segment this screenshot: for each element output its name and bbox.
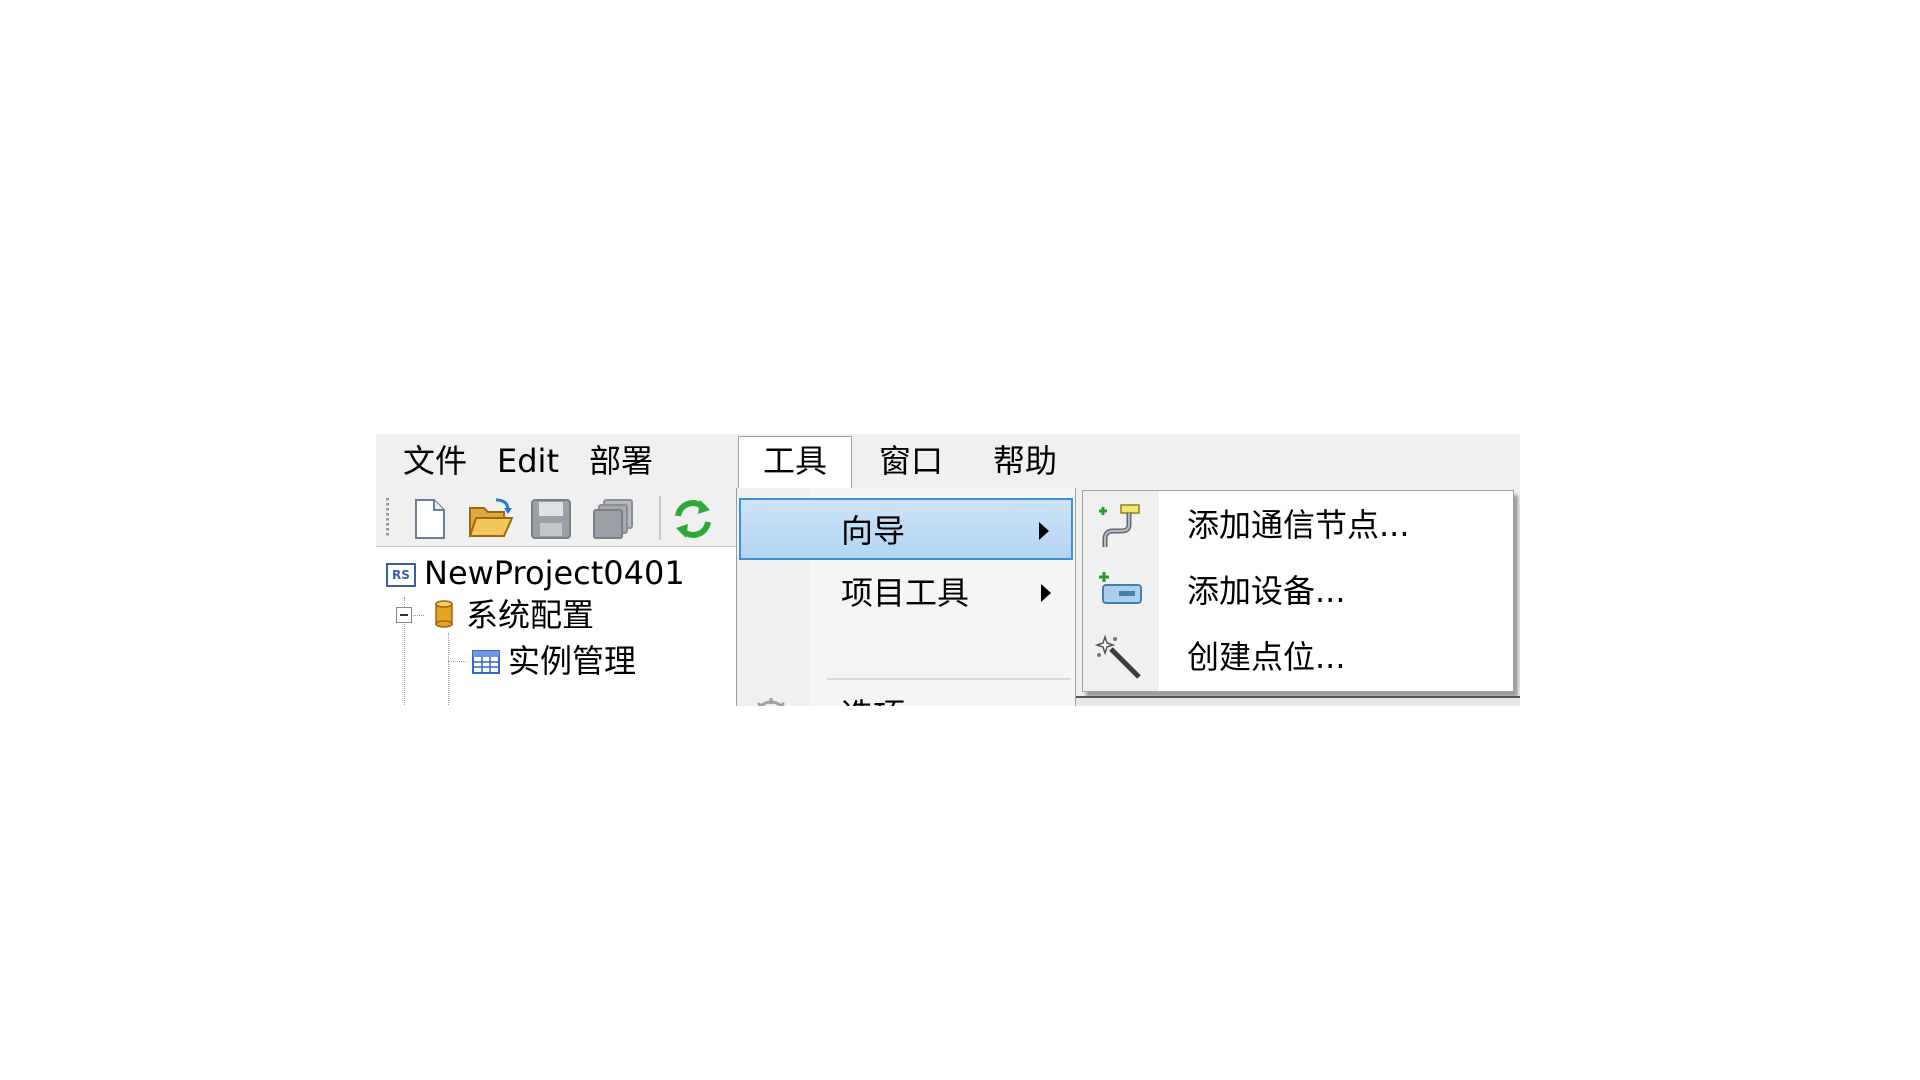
submenu-arrow-icon	[1039, 522, 1049, 540]
add-comm-node-icon	[1095, 501, 1145, 551]
tree-item-system-config[interactable]: 系统配置	[434, 595, 594, 635]
menu-bar: 文件 Edit 部署 工具 窗口 帮助	[376, 434, 1520, 488]
tree-root-label: NewProject0401	[424, 554, 685, 592]
tree-item-instance-management[interactable]: 实例管理	[472, 641, 636, 681]
submenu-item-add-comm-node[interactable]: 添加通信节点...	[1083, 493, 1513, 557]
toolbar-separator	[659, 496, 661, 540]
project-tree: RS NewProject0401 系统配置 实例管理	[376, 546, 736, 706]
tree-root-row[interactable]: RS NewProject0401	[386, 553, 685, 593]
menu-help[interactable]: 帮助	[984, 438, 1066, 484]
magic-wand-icon	[1094, 633, 1145, 683]
menu-item-label: 向导	[841, 512, 906, 550]
submenu-item-label: 创建点位...	[1187, 638, 1346, 676]
tools-dropdown-menu: 向导 项目工具 选项...	[736, 488, 1076, 706]
tree-connector	[410, 615, 424, 616]
refresh-icon[interactable]	[670, 496, 716, 542]
menu-file[interactable]: 文件	[402, 438, 468, 484]
add-device-icon	[1095, 567, 1145, 617]
tree-item-label: 系统配置	[466, 596, 595, 634]
menu-item-project-tools[interactable]: 项目工具	[739, 562, 1073, 624]
submenu-arrow-icon	[1041, 584, 1051, 602]
menu-edit[interactable]: Edit	[492, 438, 564, 484]
collapse-toggle[interactable]	[396, 607, 412, 623]
background-panel-edge	[1076, 696, 1520, 706]
menu-deploy[interactable]: 部署	[588, 438, 654, 484]
tree-connector	[448, 633, 449, 706]
open-folder-icon[interactable]	[466, 496, 514, 542]
wizard-submenu: 添加通信节点... 添加设备... 创建点位...	[1082, 490, 1514, 692]
menu-tools[interactable]: 工具	[738, 436, 852, 488]
submenu-item-label: 添加通信节点...	[1187, 506, 1410, 544]
menu-item-label: 选项...	[841, 684, 936, 706]
toolbar	[376, 488, 736, 546]
tree-connector	[448, 661, 466, 662]
rs-badge-icon: RS	[386, 563, 416, 587]
menu-separator	[827, 678, 1071, 680]
tree-item-label: 实例管理	[508, 642, 637, 680]
submenu-item-add-device[interactable]: 添加设备...	[1083, 559, 1513, 623]
toolbar-grip[interactable]	[386, 498, 389, 536]
save-all-icon[interactable]	[590, 496, 636, 542]
menu-item-label: 项目工具	[841, 574, 970, 612]
gear-icon	[749, 694, 793, 706]
save-icon[interactable]	[528, 496, 574, 542]
new-file-icon[interactable]	[406, 496, 452, 542]
menu-window[interactable]: 窗口	[870, 438, 952, 484]
menu-item-options[interactable]: 选项...	[739, 684, 1073, 706]
database-icon	[434, 597, 454, 637]
table-icon	[472, 643, 500, 683]
submenu-item-create-points[interactable]: 创建点位...	[1083, 625, 1513, 689]
submenu-item-label: 添加设备...	[1187, 572, 1346, 610]
app-window: 文件 Edit 部署 工具 窗口 帮助 RS NewProject0401 系统…	[376, 434, 1520, 706]
menu-item-wizard[interactable]: 向导	[739, 498, 1073, 560]
